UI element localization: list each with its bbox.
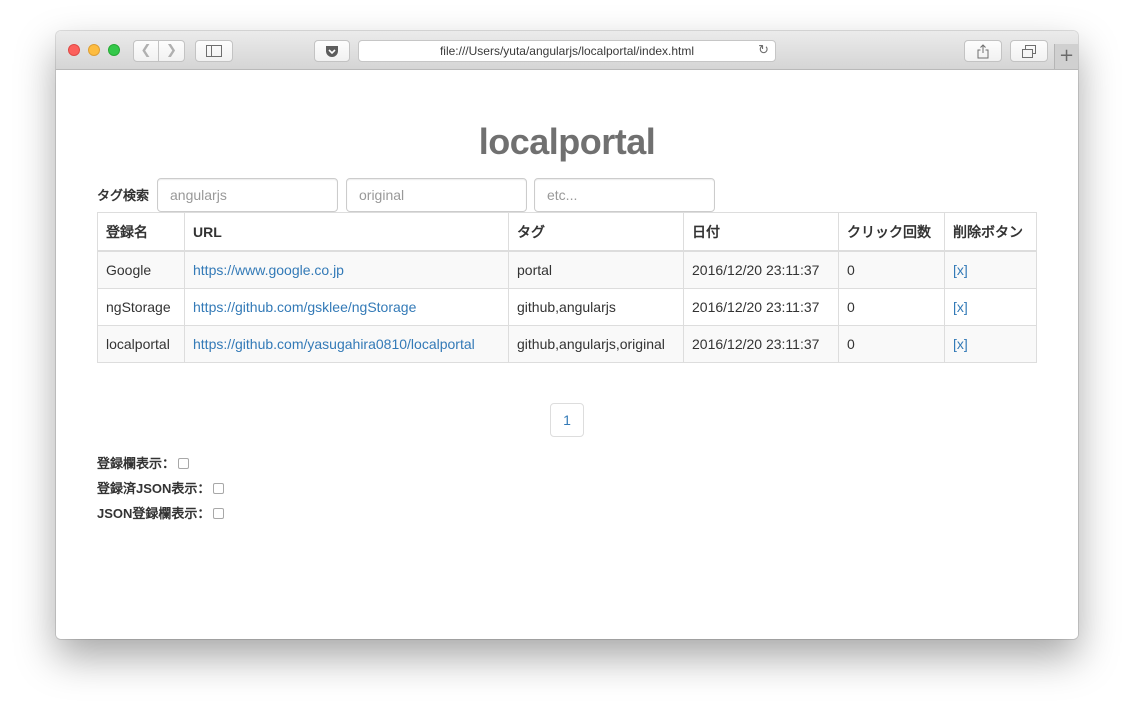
table-header-row: 登録名 URL タグ 日付 クリック回数 削除ボタン bbox=[97, 212, 1037, 252]
header-clicks[interactable]: クリック回数 bbox=[838, 212, 945, 252]
json-register-option: JSON登録欄表示： bbox=[97, 504, 225, 522]
row-date: 2016/12/20 23:11:37 bbox=[683, 288, 839, 326]
row-clicks: 0 bbox=[838, 325, 945, 363]
tabs-icon bbox=[1022, 45, 1036, 58]
browser-toolbar: ❮ ❯ file:///Users/yuta/angularjs/localpo… bbox=[56, 31, 1078, 70]
tag-search-label: タグ検索 bbox=[97, 188, 150, 203]
tag-search-input-3[interactable] bbox=[534, 178, 715, 212]
sidebar-button[interactable] bbox=[195, 40, 233, 62]
row-tags: github,angularjs,original bbox=[508, 325, 684, 363]
show-register-label: 登録欄表示： bbox=[97, 455, 176, 471]
show-json-option: 登録済JSON表示： bbox=[97, 479, 225, 497]
page-content: localportal タグ検索 登録名 URL タグ 日付 クリック回数 削除… bbox=[56, 70, 1078, 639]
show-register-option: 登録欄表示： bbox=[97, 454, 190, 472]
address-bar[interactable]: file:///Users/yuta/angularjs/localportal… bbox=[358, 40, 776, 62]
table-row: localportal https://github.com/yasugahir… bbox=[97, 325, 1037, 363]
json-register-checkbox[interactable] bbox=[213, 508, 225, 520]
address-text: file:///Users/yuta/angularjs/localportal… bbox=[439, 44, 695, 58]
close-window-button[interactable] bbox=[68, 44, 80, 56]
plus-icon: + bbox=[1058, 45, 1075, 66]
row-name: Google bbox=[97, 250, 185, 289]
header-delete: 削除ボタン bbox=[944, 212, 1037, 252]
minimize-window-button[interactable] bbox=[88, 44, 100, 56]
bookmark-table: 登録名 URL タグ 日付 クリック回数 削除ボタン Google https:… bbox=[97, 212, 1037, 363]
delete-button[interactable]: [x] bbox=[953, 336, 968, 352]
show-register-checkbox[interactable] bbox=[178, 458, 190, 470]
row-date: 2016/12/20 23:11:37 bbox=[683, 325, 839, 363]
row-name: localportal bbox=[97, 325, 185, 363]
chevron-left-icon: ❮ bbox=[140, 43, 152, 58]
header-name[interactable]: 登録名 bbox=[97, 212, 185, 252]
tag-search-input-1[interactable] bbox=[157, 178, 338, 212]
browser-window: ❮ ❯ file:///Users/yuta/angularjs/localpo… bbox=[56, 31, 1078, 639]
forward-button[interactable]: ❯ bbox=[159, 40, 185, 62]
row-tags: portal bbox=[508, 250, 684, 289]
sidebar-icon bbox=[206, 45, 222, 57]
row-url-link[interactable]: https://github.com/yasugahira0810/localp… bbox=[193, 336, 475, 352]
pocket-button[interactable] bbox=[314, 40, 350, 62]
maximize-window-button[interactable] bbox=[108, 44, 120, 56]
table-row: Google https://www.google.co.jp portal 2… bbox=[97, 250, 1037, 289]
delete-button[interactable]: [x] bbox=[953, 299, 968, 315]
header-tags[interactable]: タグ bbox=[508, 212, 684, 252]
row-url-link[interactable]: https://github.com/gsklee/ngStorage bbox=[193, 299, 416, 315]
row-url-link[interactable]: https://www.google.co.jp bbox=[193, 262, 344, 278]
show-json-label: 登録済JSON表示： bbox=[97, 480, 211, 496]
row-clicks: 0 bbox=[838, 288, 945, 326]
delete-button[interactable]: [x] bbox=[953, 262, 968, 278]
row-tags: github,angularjs bbox=[508, 288, 684, 326]
back-button[interactable]: ❮ bbox=[133, 40, 159, 62]
chevron-right-icon: ❯ bbox=[166, 43, 177, 58]
share-icon bbox=[977, 44, 989, 59]
header-url[interactable]: URL bbox=[184, 212, 509, 252]
header-date[interactable]: 日付 bbox=[683, 212, 839, 252]
tag-search-input-2[interactable] bbox=[346, 178, 527, 212]
row-date: 2016/12/20 23:11:37 bbox=[683, 250, 839, 289]
pocket-icon bbox=[326, 46, 338, 57]
share-button[interactable] bbox=[964, 40, 1002, 62]
table-row: ngStorage https://github.com/gsklee/ngSt… bbox=[97, 288, 1037, 326]
row-clicks: 0 bbox=[838, 250, 945, 289]
pagination-page-1[interactable]: 1 bbox=[550, 403, 584, 437]
show-json-checkbox[interactable] bbox=[213, 483, 225, 495]
json-register-label: JSON登録欄表示： bbox=[97, 505, 211, 521]
page-title: localportal bbox=[478, 121, 656, 162]
new-tab-button[interactable]: + bbox=[1054, 44, 1078, 69]
reload-icon[interactable]: ↻ bbox=[758, 41, 769, 61]
show-tabs-button[interactable] bbox=[1010, 40, 1048, 62]
row-name: ngStorage bbox=[97, 288, 185, 326]
